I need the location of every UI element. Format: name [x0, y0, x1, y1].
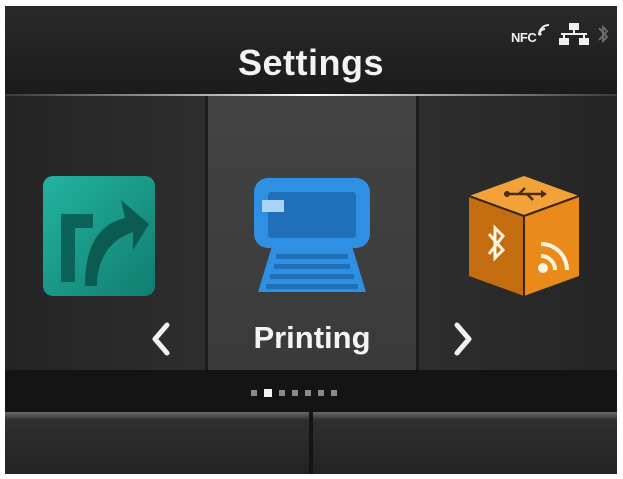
chevron-right-icon[interactable] — [451, 322, 475, 356]
page-title: Settings — [237, 42, 384, 83]
carousel-item-label: Printing — [253, 320, 371, 355]
nfc-signal-icon: NFC — [511, 23, 551, 45]
status-icons: NFC — [511, 20, 609, 48]
nfc-label: NFC — [511, 30, 537, 45]
page-dot — [279, 390, 285, 396]
shortcut-arrow-icon — [43, 176, 155, 296]
chevron-left-icon[interactable] — [149, 322, 173, 356]
interface-cube-icon — [468, 176, 580, 296]
page-dot — [331, 390, 337, 396]
page-dot — [292, 390, 298, 396]
carousel-item-right[interactable] — [419, 96, 617, 370]
page-indicator-dots — [251, 389, 337, 397]
printer-lcd-screen: Settings NFC Printing — [5, 6, 617, 474]
printer-icon — [254, 178, 370, 292]
page-indicator — [5, 372, 617, 412]
soft-key-left[interactable] — [5, 412, 309, 474]
lan-network-icon — [559, 23, 589, 45]
page-dot — [305, 390, 311, 396]
bluetooth-icon — [598, 24, 609, 44]
carousel-item-printing[interactable]: Printing — [208, 96, 416, 370]
header-bar: Settings NFC — [5, 6, 617, 94]
soft-key-right[interactable] — [313, 412, 617, 474]
soft-key-bar — [5, 412, 617, 474]
page-dot — [318, 390, 324, 396]
page-dot-active — [264, 389, 272, 397]
settings-carousel[interactable]: Printing — [5, 96, 617, 370]
carousel-item-left[interactable] — [5, 96, 205, 370]
page-dot — [251, 390, 257, 396]
